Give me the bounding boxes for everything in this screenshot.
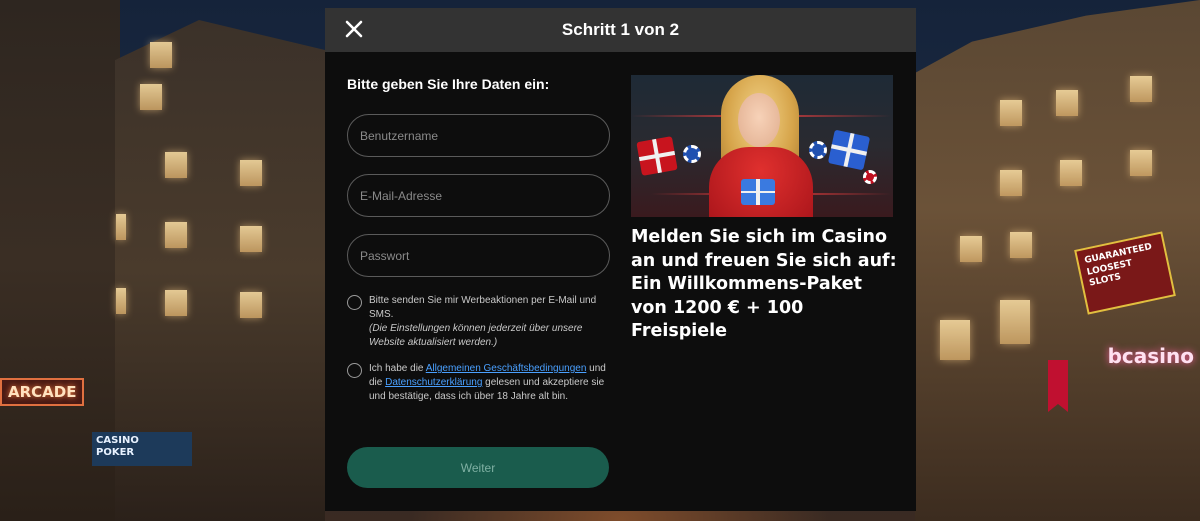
email-input[interactable]	[347, 174, 610, 217]
marketing-consent-row: Bitte senden Sie mir Werbeaktionen per E…	[347, 294, 612, 350]
modal-title: Schritt 1 von 2	[561, 20, 680, 39]
terms-consent-row: Ich habe die Allgemeinen Geschäftsbeding…	[347, 362, 612, 404]
casino-sign-text: CASINO	[96, 435, 139, 446]
modal-header: Schritt 1 von 2	[325, 8, 916, 52]
poker-sign-text: POKER	[96, 447, 135, 458]
registration-form: Bitte geben Sie Ihre Daten ein: Bitte se…	[347, 76, 612, 404]
small-gift-icon	[741, 179, 775, 205]
marketing-consent-text: Bitte senden Sie mir Werbeaktionen per E…	[369, 294, 612, 350]
arcade-sign: ARCADE	[0, 378, 85, 406]
poker-chip-icon	[809, 141, 827, 159]
bc-flag-banner	[1048, 360, 1068, 412]
continue-button[interactable]: Weiter	[347, 447, 609, 488]
password-input[interactable]	[347, 234, 610, 277]
blue-gift-icon	[827, 129, 871, 171]
red-gift-icon	[636, 136, 678, 176]
terms-consent-checkbox[interactable]	[347, 363, 362, 378]
bcasino-sign: bcasino	[1107, 344, 1194, 368]
marketing-consent-note: (Die Einstellungen können jederzeit über…	[369, 323, 583, 348]
privacy-link[interactable]: Datenschutzerklärung	[385, 377, 482, 388]
terms-link[interactable]: Allgemeinen Geschäftsbedingungen	[426, 363, 587, 374]
username-input[interactable]	[347, 114, 610, 157]
poker-chip-icon	[863, 170, 877, 184]
close-icon	[345, 20, 363, 38]
promo-text: Melden Sie sich im Casino an und freuen …	[631, 227, 897, 341]
casino-sign-left: CASINO POKER	[92, 432, 192, 466]
promo-image	[631, 75, 893, 217]
form-heading: Bitte geben Sie Ihre Daten ein:	[347, 76, 550, 92]
woman-face	[738, 93, 780, 147]
terms-consent-text: Ich habe die Allgemeinen Geschäftsbeding…	[369, 362, 612, 404]
marketing-consent-label: Bitte senden Sie mir Werbeaktionen per E…	[369, 295, 597, 320]
terms-prefix: Ich habe die	[369, 363, 426, 374]
marketing-consent-checkbox[interactable]	[347, 295, 362, 310]
close-button[interactable]	[343, 18, 365, 40]
poker-chip-icon	[683, 145, 701, 163]
registration-modal: Schritt 1 von 2 Bitte geben Sie Ihre Dat…	[325, 8, 916, 511]
